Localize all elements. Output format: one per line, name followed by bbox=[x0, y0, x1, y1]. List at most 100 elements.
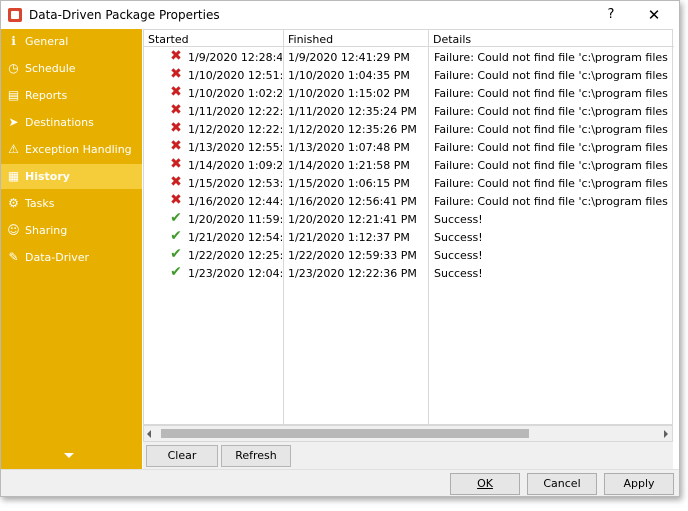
sidebar-item-schedule[interactable]: ◷ Schedule bbox=[1, 56, 142, 81]
apply-button[interactable]: Apply bbox=[604, 473, 674, 495]
ok-button[interactable]: OK bbox=[450, 473, 520, 495]
sidebar-item-label: Tasks bbox=[25, 197, 55, 210]
sidebar-item-reports[interactable]: ▤ Reports bbox=[1, 83, 142, 108]
table-row[interactable]: ✔ 1/22/2020 12:25:2... 1/22/2020 12:59:33 … bbox=[144, 246, 674, 264]
finished-cell: 1/9/2020 12:41:29 PM bbox=[288, 51, 410, 64]
scroll-right-arrow-icon[interactable] bbox=[664, 430, 668, 438]
sidebar-item-label: General bbox=[25, 35, 69, 48]
sidebar-item-data-driver[interactable]: ✎ Data-Driver bbox=[1, 245, 142, 270]
table-row[interactable]: ✖ 1/10/2020 1:02:22... 1/10/2020 1:15:02 P… bbox=[144, 84, 674, 102]
details-cell: Failure: Could not find file 'c:\program… bbox=[434, 123, 672, 136]
details-cell: Failure: Could not find file 'c:\program… bbox=[434, 141, 672, 154]
sidebar-item-exception-handling[interactable]: ⚠ Exception Handling bbox=[1, 137, 142, 162]
finished-cell: 1/23/2020 12:22:36 PM bbox=[288, 267, 417, 280]
report-icon: ▤ bbox=[7, 88, 20, 102]
started-cell: 1/10/2020 1:02:22... bbox=[188, 87, 282, 100]
sidebar-expand-arrow-icon[interactable] bbox=[64, 453, 74, 458]
details-cell: Success! bbox=[434, 231, 483, 244]
details-cell: Failure: Could not find file 'c:\program… bbox=[434, 159, 672, 172]
app-icon bbox=[8, 8, 22, 22]
success-check-icon: ✔ bbox=[170, 228, 182, 244]
table-row[interactable]: ✖ 1/16/2020 12:44:0... 1/16/2020 12:56:41 … bbox=[144, 192, 674, 210]
cancel-button[interactable]: Cancel bbox=[527, 473, 597, 495]
column-header-started[interactable]: Started bbox=[144, 30, 284, 47]
details-cell: Failure: Could not find file 'c:\program… bbox=[434, 51, 672, 64]
table-row[interactable]: ✔ 1/23/2020 12:04:0... 1/23/2020 12:22:36 … bbox=[144, 264, 674, 282]
sidebar-item-tasks[interactable]: ⚙ Tasks bbox=[1, 191, 142, 216]
window-title: Data-Driven Package Properties bbox=[29, 8, 220, 22]
failure-x-icon: ✖ bbox=[170, 138, 182, 154]
started-cell: 1/13/2020 12:55:1... bbox=[188, 141, 282, 154]
sidebar-item-general[interactable]: ℹ General bbox=[1, 29, 142, 54]
started-cell: 1/22/2020 12:25:2... bbox=[188, 249, 282, 262]
started-cell: 1/10/2020 12:51:5... bbox=[188, 69, 282, 82]
started-cell: 1/12/2020 12:22:4... bbox=[188, 123, 282, 136]
tasks-icon: ⚙ bbox=[8, 196, 19, 210]
history-icon: ▦ bbox=[7, 169, 20, 183]
close-button[interactable]: ✕ bbox=[641, 5, 667, 25]
failure-x-icon: ✖ bbox=[170, 102, 182, 118]
sidebar-item-label: Exception Handling bbox=[25, 143, 132, 156]
failure-x-icon: ✖ bbox=[170, 48, 182, 64]
success-check-icon: ✔ bbox=[170, 246, 182, 262]
started-cell: 1/15/2020 12:53:3... bbox=[188, 177, 282, 190]
sidebar-item-label: Schedule bbox=[25, 62, 76, 75]
refresh-button[interactable]: Refresh bbox=[221, 445, 291, 467]
failure-x-icon: ✖ bbox=[170, 174, 182, 190]
started-cell: 1/16/2020 12:44:0... bbox=[188, 195, 282, 208]
ok-button-label: OK bbox=[477, 477, 493, 490]
started-cell: 1/9/2020 12:28:49... bbox=[188, 51, 282, 64]
details-cell: Success! bbox=[434, 267, 483, 280]
finished-cell: 1/10/2020 1:04:35 PM bbox=[288, 69, 410, 82]
apply-button-label: Apply bbox=[623, 477, 655, 490]
sidebar-item-history[interactable]: ▦ History bbox=[1, 164, 142, 189]
details-cell: Failure: Could not find file 'c:\program… bbox=[434, 177, 672, 190]
table-row[interactable]: ✖ 1/12/2020 12:22:4... 1/12/2020 12:35:26 … bbox=[144, 120, 674, 138]
column-header-finished[interactable]: Finished bbox=[284, 30, 429, 47]
finished-cell: 1/11/2020 12:35:24 PM bbox=[288, 105, 417, 118]
started-cell: 1/20/2020 11:59:5... bbox=[188, 213, 282, 226]
sidebar-item-sharing[interactable]: ☺ Sharing bbox=[1, 218, 142, 243]
sidebar-item-destinations[interactable]: ➤ Destinations bbox=[1, 110, 142, 135]
table-row[interactable]: ✖ 1/15/2020 12:53:3... 1/15/2020 1:06:15 P… bbox=[144, 174, 674, 192]
details-cell: Failure: Could not find file 'c:\program… bbox=[434, 69, 672, 82]
details-cell: Success! bbox=[434, 249, 483, 262]
title-bar: Data-Driven Package Properties ? ✕ bbox=[1, 1, 679, 29]
table-row[interactable]: ✖ 1/9/2020 12:28:49... 1/9/2020 12:41:29 P… bbox=[144, 48, 674, 66]
details-cell: Failure: Could not find file 'c:\program… bbox=[434, 87, 672, 100]
failure-x-icon: ✖ bbox=[170, 192, 182, 208]
finished-cell: 1/15/2020 1:06:15 PM bbox=[288, 177, 410, 190]
sidebar-item-label: Sharing bbox=[25, 224, 68, 237]
table-row[interactable]: ✔ 1/21/2020 12:54:0... 1/21/2020 1:12:37 P… bbox=[144, 228, 674, 246]
finished-cell: 1/12/2020 12:35:26 PM bbox=[288, 123, 417, 136]
help-button[interactable]: ? bbox=[599, 5, 623, 25]
scrollbar-thumb[interactable] bbox=[161, 429, 529, 438]
cancel-button-label: Cancel bbox=[543, 477, 581, 490]
failure-x-icon: ✖ bbox=[170, 156, 182, 172]
scroll-left-arrow-icon[interactable] bbox=[147, 430, 151, 438]
details-cell: Failure: Could not find file 'c:\program… bbox=[434, 195, 672, 208]
finished-cell: 1/13/2020 1:07:48 PM bbox=[288, 141, 410, 154]
finished-cell: 1/22/2020 12:59:33 PM bbox=[288, 249, 417, 262]
horizontal-scrollbar[interactable] bbox=[143, 425, 673, 442]
details-cell: Success! bbox=[434, 213, 483, 226]
column-header-details[interactable]: Details bbox=[429, 30, 674, 47]
table-row[interactable]: ✖ 1/11/2020 12:22:4... 1/11/2020 12:35:24 … bbox=[144, 102, 674, 120]
table-row[interactable]: ✖ 1/14/2020 1:09:20... 1/14/2020 1:21:58 P… bbox=[144, 156, 674, 174]
table-row[interactable]: ✔ 1/20/2020 11:59:5... 1/20/2020 12:21:41 … bbox=[144, 210, 674, 228]
clear-button[interactable]: Clear bbox=[146, 445, 218, 467]
table-row[interactable]: ✖ 1/13/2020 12:55:1... 1/13/2020 1:07:48 P… bbox=[144, 138, 674, 156]
table-row[interactable]: ✖ 1/10/2020 12:51:5... 1/10/2020 1:04:35 P… bbox=[144, 66, 674, 84]
info-icon: ℹ bbox=[11, 34, 16, 48]
finished-cell: 1/14/2020 1:21:58 PM bbox=[288, 159, 410, 172]
success-check-icon: ✔ bbox=[170, 210, 182, 226]
sidebar-item-label: Reports bbox=[25, 89, 68, 102]
started-cell: 1/14/2020 1:09:20... bbox=[188, 159, 282, 172]
failure-x-icon: ✖ bbox=[170, 66, 182, 82]
properties-window: Data-Driven Package Properties ? ✕ ℹ Gen… bbox=[0, 0, 680, 497]
history-grid: Started Finished Details ✖ 1/9/2020 12:28… bbox=[143, 29, 674, 425]
started-cell: 1/11/2020 12:22:4... bbox=[188, 105, 282, 118]
destination-icon: ➤ bbox=[8, 115, 19, 129]
success-check-icon: ✔ bbox=[170, 264, 182, 280]
sharing-icon: ☺ bbox=[7, 223, 20, 237]
